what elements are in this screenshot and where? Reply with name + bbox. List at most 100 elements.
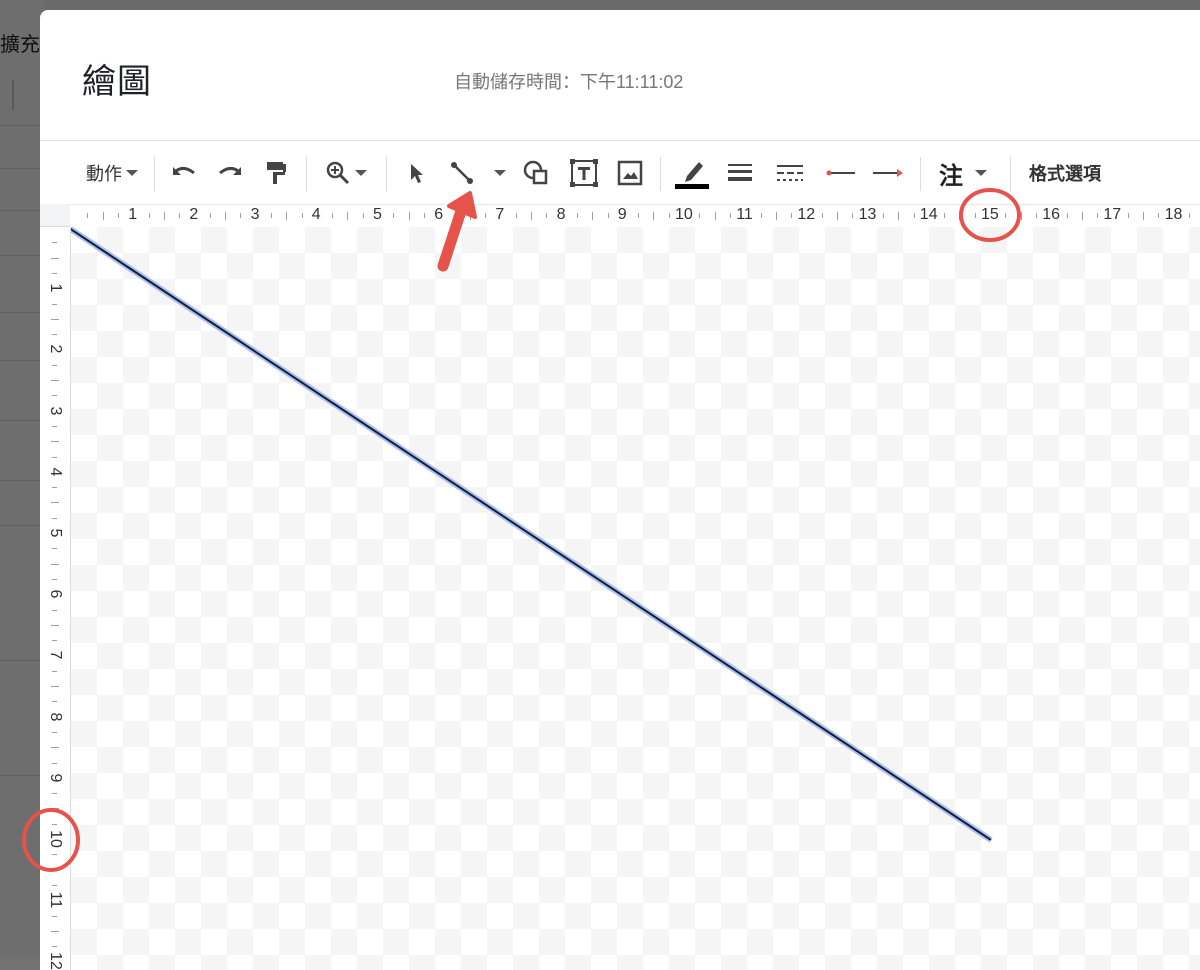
ruler-tick xyxy=(592,212,594,220)
ruler-tick xyxy=(51,869,59,871)
zoom-button[interactable] xyxy=(316,141,376,205)
ruler-tick xyxy=(837,212,838,220)
background-divider xyxy=(12,80,14,110)
ruler-tick xyxy=(408,212,410,220)
ruler-number: 6 xyxy=(47,589,64,599)
ruler-tick xyxy=(1097,213,1099,218)
ruler-tick xyxy=(301,213,303,218)
ruler-tick xyxy=(52,670,57,672)
ruler-tick xyxy=(52,425,57,427)
ruler-tick xyxy=(52,609,57,611)
ruler-tick xyxy=(882,213,884,218)
ruler-tick xyxy=(638,213,640,218)
image-tool-button[interactable] xyxy=(610,141,650,205)
ruler-number: 15 xyxy=(981,206,999,223)
ruler-tick xyxy=(1066,213,1068,218)
ruler-tick xyxy=(51,441,59,443)
ruler-tick xyxy=(52,487,57,489)
ruler-tick xyxy=(913,213,915,218)
toolbar-divider xyxy=(306,157,307,191)
ruler-tick xyxy=(51,380,59,381)
ruler-tick xyxy=(225,212,226,220)
ruler-tick xyxy=(52,762,57,764)
chevron-down-icon xyxy=(355,170,367,176)
vertical-ruler[interactable]: 1 2 3 4 5 6 7 8 9 10 11 12 xyxy=(40,227,71,970)
ruler-tick xyxy=(52,640,57,642)
ruler-number: 12 xyxy=(47,952,64,970)
toolbar-divider xyxy=(1010,157,1011,191)
ruler-tick xyxy=(393,213,395,218)
ruler-tick xyxy=(1188,213,1190,218)
ruler-tick xyxy=(52,946,57,948)
ruler-number: 8 xyxy=(556,206,566,223)
ruler-number: 9 xyxy=(617,206,627,223)
ruler-tick xyxy=(531,212,532,220)
format-options-button[interactable]: 格式選項 xyxy=(1020,141,1110,205)
paint-format-button[interactable] xyxy=(256,141,296,205)
ruler-tick xyxy=(1005,213,1007,218)
ruler-number: 9 xyxy=(47,773,64,783)
line-type-dropdown[interactable] xyxy=(486,141,510,205)
background-divider xyxy=(0,255,44,256)
line-dash-button[interactable] xyxy=(768,141,812,205)
ruler-tick xyxy=(52,456,57,458)
shape-tool-button[interactable] xyxy=(516,141,556,205)
toolbar-divider xyxy=(386,157,387,191)
ruler-tick xyxy=(423,213,425,218)
ruler-tick xyxy=(52,242,57,244)
ruler-number: 7 xyxy=(47,650,64,660)
line-weight-button[interactable] xyxy=(720,141,760,205)
ruler-tick xyxy=(52,272,57,274)
format-options-label: 格式選項 xyxy=(1029,164,1101,184)
ruler-tick xyxy=(51,257,59,259)
ruler-tick xyxy=(485,213,487,218)
background-divider xyxy=(0,775,44,776)
background-divider xyxy=(0,360,44,361)
line-dash-icon xyxy=(777,165,803,181)
ruler-number: 18 xyxy=(1164,206,1183,223)
ruler-tick xyxy=(714,212,716,220)
ruler-tick xyxy=(163,212,165,220)
ruler-tick xyxy=(898,212,900,220)
ruler-tick xyxy=(209,213,211,218)
canvas-svg xyxy=(71,227,993,843)
line-tool-button[interactable] xyxy=(442,141,482,205)
ruler-tick xyxy=(51,747,59,749)
select-tool-button[interactable] xyxy=(396,141,436,205)
ruler-tick xyxy=(51,808,59,810)
background-divider xyxy=(0,312,44,313)
wordart-button[interactable]: 注 xyxy=(930,141,996,205)
drawing-canvas[interactable] xyxy=(71,227,1200,970)
shape-icon xyxy=(523,160,548,185)
ruler-tick xyxy=(52,334,57,336)
ruler-tick xyxy=(607,213,609,218)
undo-button[interactable] xyxy=(164,141,204,205)
actions-menu[interactable]: 動作 xyxy=(80,141,144,205)
actions-label: 動作 xyxy=(86,164,122,184)
drawn-line[interactable] xyxy=(71,228,992,841)
ruler-tick xyxy=(117,213,119,218)
ruler-tick xyxy=(52,884,57,886)
ruler-tick xyxy=(576,213,578,218)
ruler-tick xyxy=(760,213,762,218)
ruler-tick xyxy=(51,624,59,626)
ruler-tick xyxy=(821,213,823,218)
line-start-button[interactable] xyxy=(818,141,862,205)
ruler-tick xyxy=(729,213,731,218)
redo-icon xyxy=(219,166,241,175)
ruler-tick xyxy=(454,213,456,218)
redo-button[interactable] xyxy=(210,141,250,205)
background-divider xyxy=(0,480,44,481)
ruler-tick xyxy=(51,318,59,320)
chevron-down-icon xyxy=(975,170,987,176)
line-end-button[interactable] xyxy=(866,141,910,205)
ruler-tick xyxy=(515,213,517,218)
horizontal-ruler[interactable]: 1 2 3 4 5 6 7 8 9 10 11 12 13 14 15 16 17 18 xyxy=(70,204,1200,228)
ruler-tick xyxy=(286,212,288,220)
ruler-tick xyxy=(347,212,349,220)
ruler-tick xyxy=(1127,213,1129,218)
line-color-button[interactable] xyxy=(670,141,714,205)
ruler-tick xyxy=(653,212,655,220)
ruler-number: 11 xyxy=(736,206,753,223)
textbox-tool-button[interactable] xyxy=(564,141,604,205)
